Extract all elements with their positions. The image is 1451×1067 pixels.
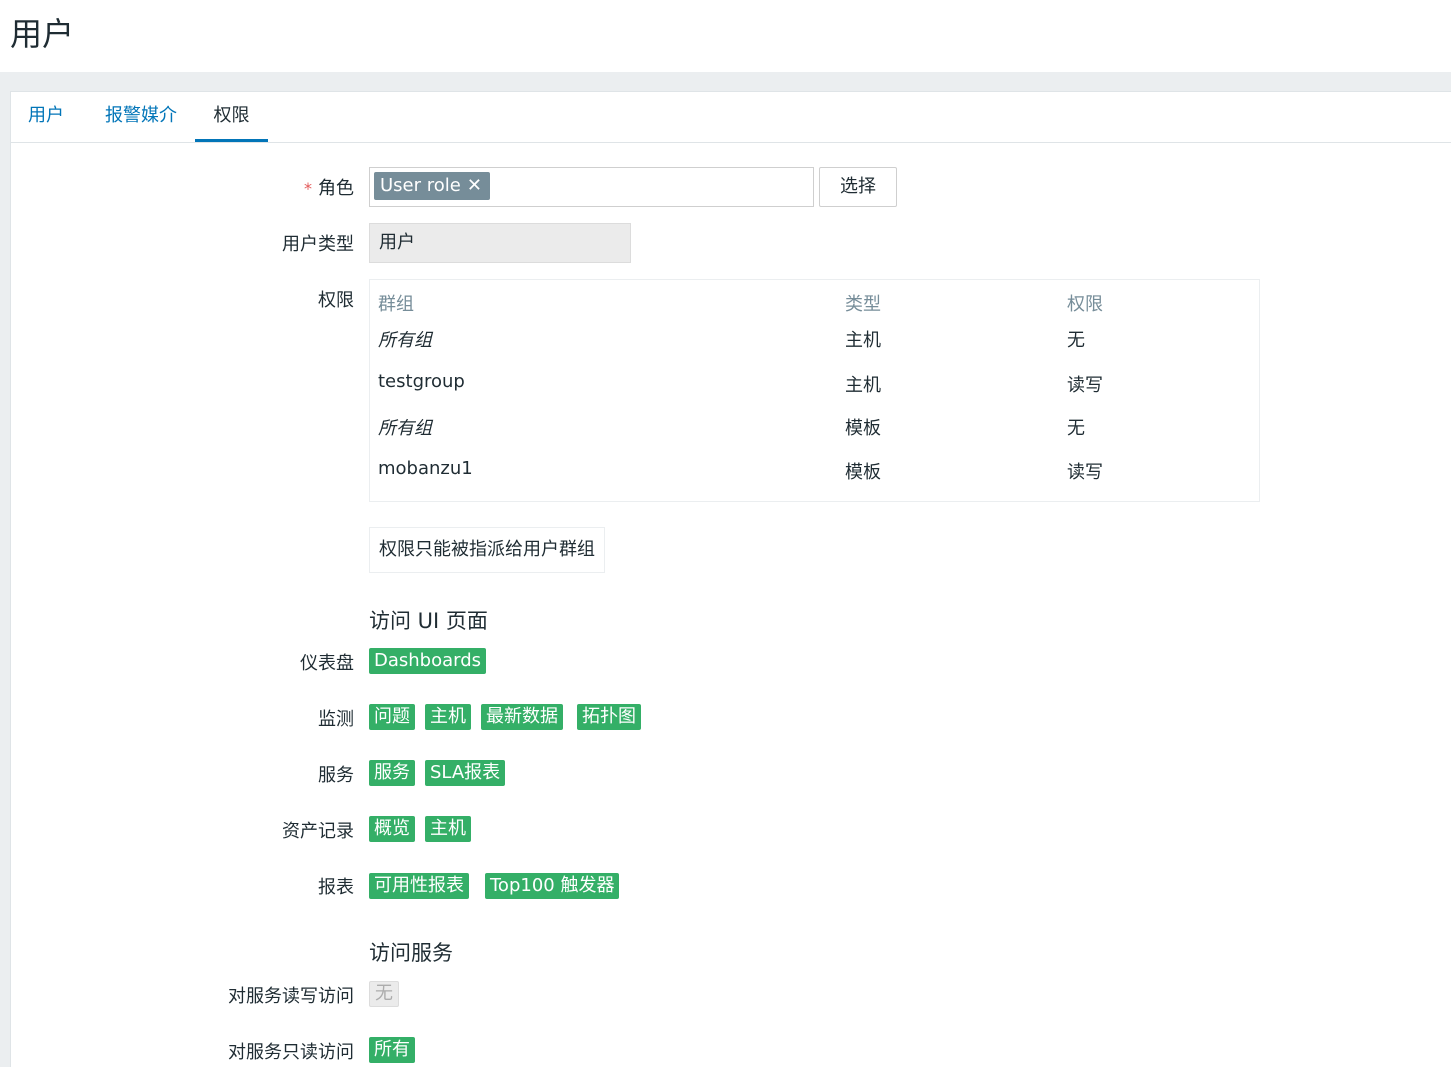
ui-tag: Dashboards: [369, 648, 487, 674]
inventory-label: 资产记录: [282, 821, 354, 842]
ui-tag: 主机: [425, 704, 471, 730]
dashboard-label: 仪表盘: [300, 653, 354, 674]
table-cell-type: 主机: [845, 375, 881, 396]
read-only-access-tag: 所有: [369, 1037, 415, 1063]
role-chip-label: User role: [380, 175, 461, 196]
ui-tag: 拓扑图: [577, 704, 641, 730]
table-cell-group: 所有组: [378, 330, 432, 351]
ui-tag: 可用性报表: [369, 873, 469, 899]
close-icon[interactable]: ✕: [467, 172, 482, 200]
table-cell-group: testgroup: [378, 371, 465, 392]
table-cell-permission: 读写: [1067, 462, 1103, 483]
table-cell-type: 主机: [845, 330, 881, 351]
table-cell-permission: 无: [1067, 418, 1085, 439]
role-chip: User role ✕: [374, 172, 490, 200]
column-header-type: 类型: [845, 294, 881, 315]
role-label-text: 角色: [318, 178, 354, 199]
column-header-permission: 权限: [1067, 294, 1103, 315]
role-label: * 角色: [304, 174, 354, 200]
services-label: 服务: [318, 765, 354, 786]
ui-tag: 服务: [369, 760, 415, 786]
table-cell-type: 模板: [845, 418, 881, 439]
user-form-card: 用户 报警媒介 权限 * 角色 User role ✕ 选择 用户类型 用户 权限 …: [10, 91, 1451, 1067]
read-write-access-tag: 无: [369, 981, 399, 1007]
ui-tag: Top100 触发器: [485, 873, 620, 899]
permissions-note: 权限只能被指派给用户群组: [369, 527, 605, 573]
ui-access-title: 访问 UI 页面: [369, 609, 488, 633]
table-cell-type: 模板: [845, 462, 881, 483]
page-title: 用户: [10, 15, 75, 53]
reports-label: 报表: [318, 877, 354, 898]
tab-permissions[interactable]: 权限: [195, 92, 268, 142]
tab-media[interactable]: 报警媒介: [91, 92, 191, 140]
read-only-access-label: 对服务只读访问: [228, 1042, 354, 1063]
ui-tag: SLA报表: [425, 760, 506, 786]
user-type-label: 用户类型: [282, 234, 354, 255]
table-cell-group: mobanzu1: [378, 458, 473, 479]
permissions-label: 权限: [318, 290, 354, 311]
ui-tag: 概览: [369, 816, 415, 842]
table-cell-group: 所有组: [378, 418, 432, 439]
ui-tag: 主机: [425, 816, 471, 842]
table-cell-permission: 无: [1067, 330, 1085, 351]
column-header-group: 群组: [378, 294, 414, 315]
ui-tag: 问题: [369, 704, 415, 730]
user-type-field: 用户: [369, 223, 631, 263]
required-icon: *: [304, 179, 312, 198]
service-access-title: 访问服务: [369, 941, 453, 965]
tab-bar: 用户 报警媒介 权限: [11, 92, 1451, 143]
page-header: 用户: [0, 0, 1451, 72]
role-multiselect[interactable]: User role ✕: [369, 167, 814, 207]
permissions-table: 群组 类型 权限 所有组 主机 无 testgroup 主机 读写 所有组 模板…: [369, 279, 1260, 502]
tab-user[interactable]: 用户: [18, 92, 74, 140]
role-select-button[interactable]: 选择: [819, 167, 897, 207]
table-cell-permission: 读写: [1067, 375, 1103, 396]
ui-tag: 最新数据: [481, 704, 563, 730]
monitoring-label: 监测: [318, 709, 354, 730]
read-write-access-label: 对服务读写访问: [228, 986, 354, 1007]
